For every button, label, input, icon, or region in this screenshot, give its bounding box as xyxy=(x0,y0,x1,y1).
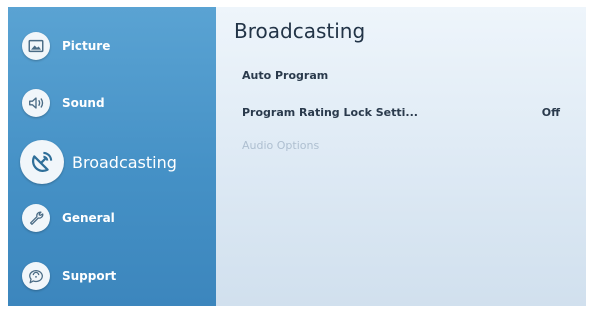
sidebar: Picture Sound Broadcasting General Suppo… xyxy=(8,7,216,306)
menu-item-label: Program Rating Lock Setti... xyxy=(242,105,418,119)
sidebar-item-picture[interactable]: Picture xyxy=(8,21,216,71)
sidebar-item-general[interactable]: General xyxy=(8,193,216,243)
sidebar-item-label: Support xyxy=(62,269,117,283)
broadcasting-icon xyxy=(20,140,64,184)
sidebar-item-broadcasting[interactable]: Broadcasting xyxy=(8,137,216,187)
sidebar-item-label: Broadcasting xyxy=(72,152,177,172)
menu-item-auto-program[interactable]: Auto Program xyxy=(242,64,560,86)
sound-icon xyxy=(22,89,50,117)
support-icon xyxy=(22,262,50,290)
menu-item-audio-options: Audio Options xyxy=(242,134,560,156)
page-title: Broadcasting xyxy=(234,19,366,43)
sidebar-item-label: Sound xyxy=(62,96,105,110)
menu-item-program-rating-lock[interactable]: Program Rating Lock Setti... Off xyxy=(242,101,560,123)
menu-item-label: Audio Options xyxy=(242,138,320,152)
sidebar-item-sound[interactable]: Sound xyxy=(8,78,216,128)
sidebar-item-support[interactable]: Support xyxy=(8,251,216,301)
wrench-icon xyxy=(22,204,50,232)
picture-icon xyxy=(22,32,50,60)
sidebar-item-label: Picture xyxy=(62,39,111,53)
tv-screen: Picture Sound Broadcasting General Suppo… xyxy=(8,7,586,306)
sidebar-item-label: General xyxy=(62,211,115,225)
main-content: Broadcasting Auto Program Program Rating… xyxy=(216,7,586,306)
menu-item-label: Auto Program xyxy=(242,68,329,82)
menu-item-value: Off xyxy=(541,105,560,119)
